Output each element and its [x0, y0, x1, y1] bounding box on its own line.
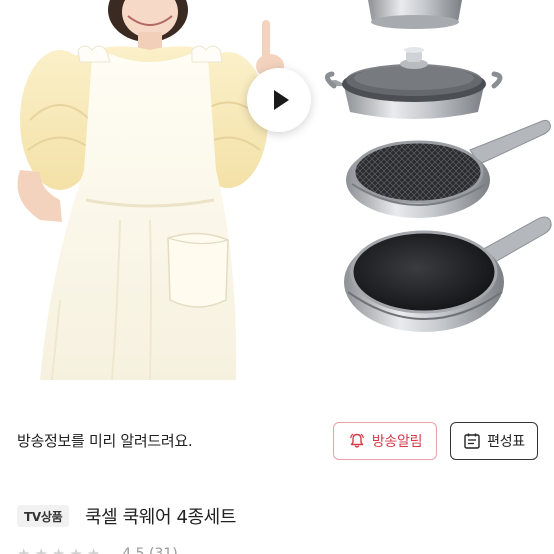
rating-text: 4.5 (31)	[122, 546, 178, 554]
product-hero-image	[0, 0, 554, 380]
broadcast-alarm-label: 방송알림	[371, 434, 423, 450]
star-icon: ★	[86, 545, 101, 554]
schedule-icon	[464, 433, 480, 449]
star-icon: ★	[69, 545, 83, 554]
video-play-button[interactable]	[247, 68, 311, 132]
broadcast-alarm-button[interactable]: 방송알림	[333, 422, 437, 460]
schedule-label: 편성표	[487, 434, 525, 450]
product-photo	[17, 0, 552, 380]
schedule-button[interactable]: 편성표	[450, 422, 538, 460]
star-icon: ★	[17, 545, 31, 554]
tv-product-badge: TV상품	[17, 505, 70, 527]
rating-row[interactable]: ★ ★ ★ ★ ★ 4.5 (31)	[17, 546, 178, 554]
star-icon: ★	[34, 545, 48, 554]
bell-icon	[350, 433, 364, 448]
play-icon	[274, 90, 289, 110]
broadcast-notice-text: 방송정보를 미리 알려드려요.	[17, 432, 193, 450]
product-title[interactable]: 쿡셀 쿡웨어 4종세트	[85, 503, 236, 529]
star-icon: ★	[51, 545, 66, 554]
